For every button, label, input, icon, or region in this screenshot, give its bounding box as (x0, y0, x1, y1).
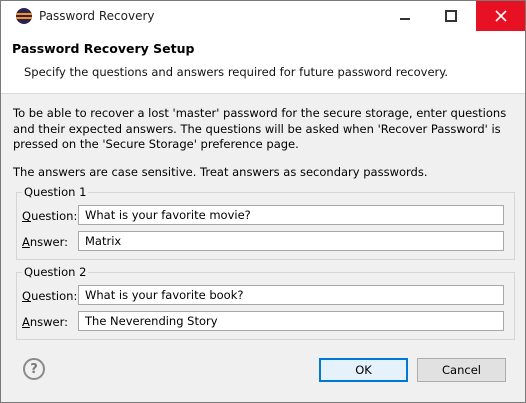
group-title: Question 1 (22, 185, 89, 199)
ok-button[interactable]: OK (319, 358, 408, 382)
close-button[interactable] (476, 1, 525, 31)
maximize-icon (445, 10, 457, 22)
eclipse-app-icon (16, 8, 32, 24)
password-recovery-dialog: Password Recovery Password Recovery Setu… (0, 0, 526, 403)
intro-text: To be able to recover a lost 'master' pa… (13, 106, 507, 151)
question-2-group: Question 2 Question: What is your favori… (16, 265, 515, 340)
close-icon (494, 10, 507, 22)
banner-description: Specify the questions and answers requir… (24, 65, 449, 79)
help-icon[interactable]: ? (23, 358, 45, 380)
maximize-button[interactable] (428, 1, 474, 31)
minimize-icon (400, 18, 410, 20)
window-title: Password Recovery (39, 9, 155, 23)
title-bar[interactable]: Password Recovery (1, 1, 525, 31)
question-1-input[interactable]: What is your favorite movie? (78, 205, 504, 225)
question-1-group: Question 1 Question: What is your favori… (16, 185, 515, 260)
answer-2-input[interactable]: The Neverending Story (78, 311, 504, 331)
banner-title: Password Recovery Setup (12, 41, 195, 56)
case-sensitivity-note: The answers are case sensitive. Treat an… (13, 165, 428, 179)
cancel-button[interactable]: Cancel (417, 358, 506, 382)
answer-label: Answer: (22, 315, 69, 329)
answer-1-input[interactable]: Matrix (78, 231, 504, 251)
question-2-input[interactable]: What is your favorite book? (78, 285, 504, 305)
group-title: Question 2 (22, 265, 89, 279)
answer-label: Answer: (22, 235, 69, 249)
header-banner: Password Recovery Setup Specify the ques… (1, 31, 525, 94)
question-label: Question: (22, 289, 78, 303)
minimize-button[interactable] (382, 1, 428, 31)
question-label: Question: (22, 209, 78, 223)
